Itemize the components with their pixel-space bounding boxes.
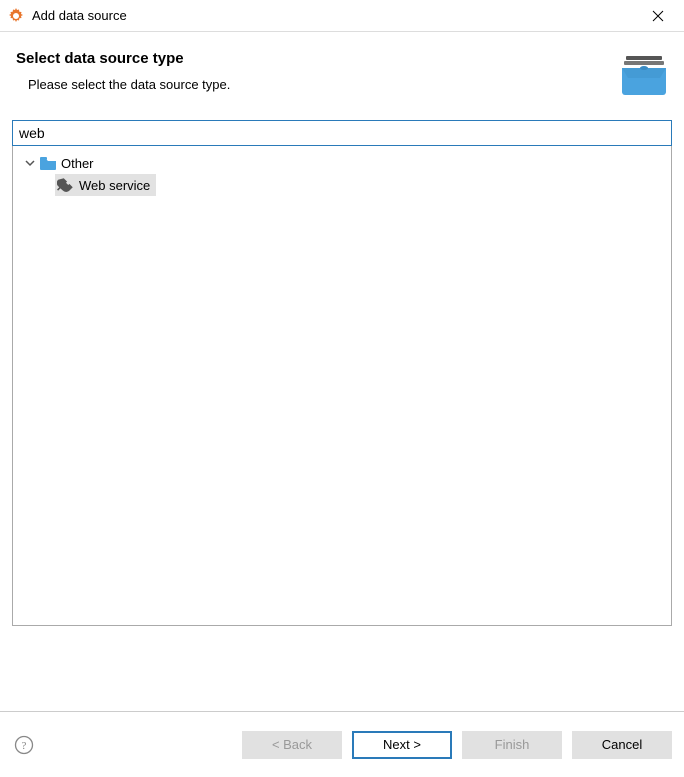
tree-item-label: Web service [79, 178, 150, 193]
datasource-box-icon [620, 50, 668, 98]
window-title: Add data source [32, 8, 636, 23]
close-button[interactable] [636, 1, 680, 31]
title-bar: Add data source [0, 0, 684, 32]
wizard-footer: ? < Back Next > Finish Cancel [0, 711, 684, 777]
page-subtitle: Please select the data source type. [16, 77, 612, 92]
search-input[interactable] [12, 120, 672, 146]
help-button[interactable]: ? [12, 733, 36, 757]
chevron-down-icon[interactable] [23, 156, 37, 170]
next-button[interactable]: Next > [352, 731, 452, 759]
wizard-header: Select data source type Please select th… [0, 32, 684, 108]
tree-item-web-service[interactable]: Web service [55, 174, 156, 196]
datasource-tree[interactable]: Other Web service [12, 146, 672, 626]
back-button: < Back [242, 731, 342, 759]
app-gear-icon [8, 8, 24, 24]
svg-text:?: ? [22, 740, 27, 752]
page-title: Select data source type [16, 50, 612, 67]
tree-group-other[interactable]: Other [13, 152, 671, 174]
folder-icon [39, 155, 57, 171]
cancel-button[interactable]: Cancel [572, 731, 672, 759]
finish-button: Finish [462, 731, 562, 759]
tree-group-label: Other [61, 156, 94, 171]
plug-icon [57, 177, 75, 193]
